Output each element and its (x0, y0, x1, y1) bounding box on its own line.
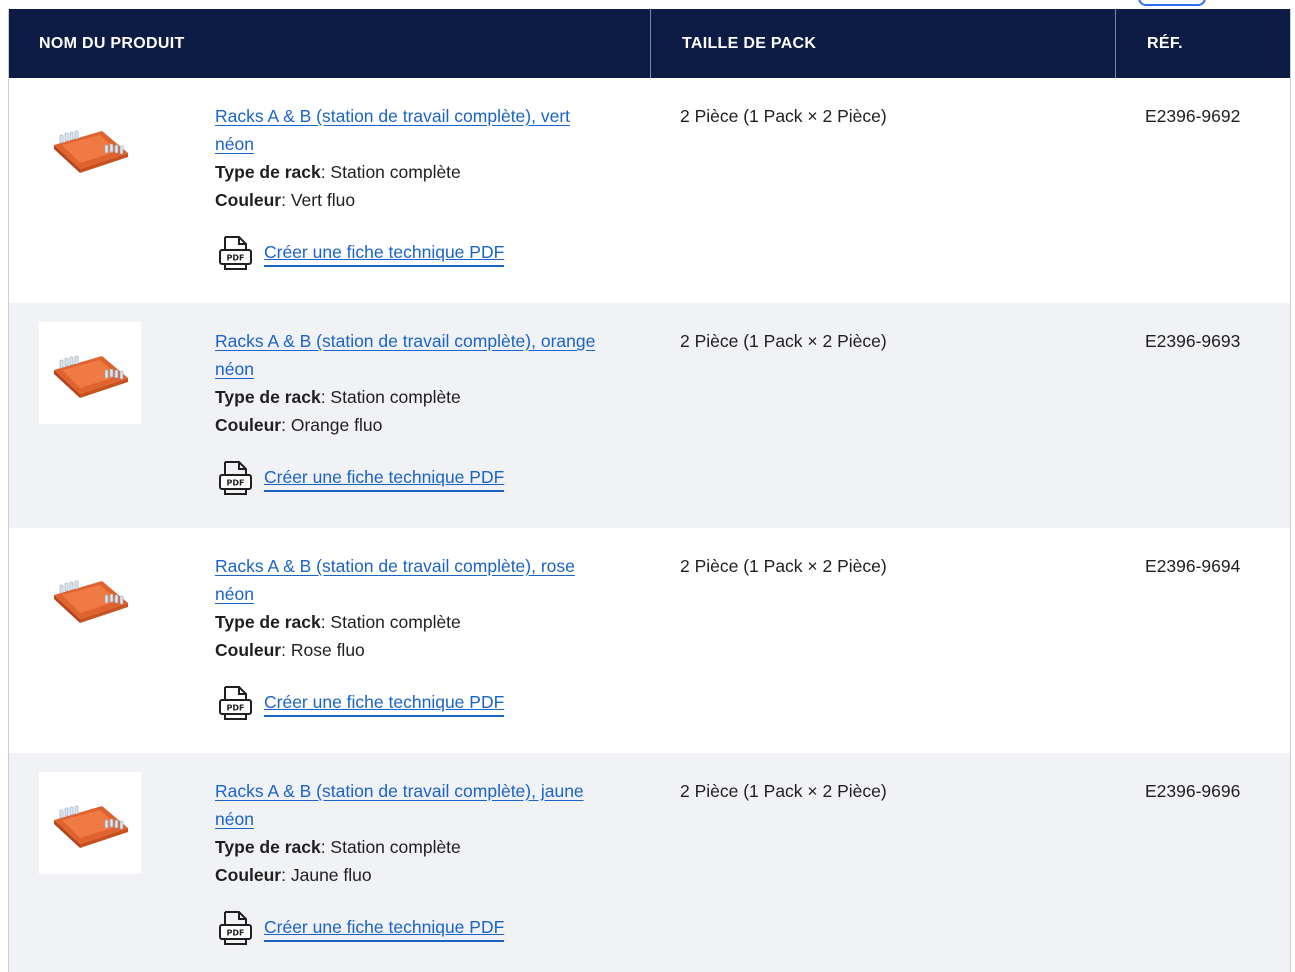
color-attribute: Couleur: Jaune fluo (215, 861, 635, 889)
product-rack-image[interactable] (39, 772, 141, 874)
column-header-ref: RÉF. (1147, 34, 1183, 52)
create-pdf-link[interactable]: Créer une fiche technique PDF (264, 465, 505, 492)
rack-type-attribute: Type de rack: Station complète (215, 608, 635, 636)
pdf-icon[interactable]: PDF (215, 458, 255, 498)
pack-size-cell: 2 Pièce (1 Pack × 2 Pièce) (680, 331, 887, 351)
column-header-name: NOM DU PRODUIT (9, 9, 651, 78)
pdf-datasheet: PDF Créer une fiche technique PDF (215, 458, 635, 498)
rack-type-label: Type de rack (215, 612, 321, 632)
product-rack-image-graphic (54, 355, 128, 398)
create-pdf-link[interactable]: Créer une fiche technique PDF (264, 240, 505, 267)
ref-cell: E2396-9696 (1145, 781, 1241, 801)
pdf-icon[interactable]: PDF (215, 233, 255, 273)
column-header-pack-size: TAILLE DE PACK (651, 9, 1116, 78)
rack-type-attribute: Type de rack: Station complète (215, 158, 635, 186)
color-value: : Jaune fluo (281, 865, 372, 885)
pdf-datasheet: PDF Créer une fiche technique PDF (215, 683, 635, 723)
rack-type-value: : Station complète (320, 387, 461, 407)
pdf-datasheet: PDF Créer une fiche technique PDF (215, 233, 635, 273)
create-pdf-link[interactable]: Créer une fiche technique PDF (264, 915, 505, 942)
product-info: Racks A & B (station de travail complète… (215, 777, 635, 948)
product-rack-image-graphic (54, 580, 128, 623)
pdf-icon[interactable]: PDF (215, 908, 255, 948)
rack-type-attribute: Type de rack: Station complète (215, 833, 635, 861)
table-row: Racks A & B (station de travail complète… (9, 753, 1290, 972)
pack-size-cell: 2 Pièce (1 Pack × 2 Pièce) (680, 556, 887, 576)
table-row: Racks A & B (station de travail complète… (9, 528, 1290, 753)
product-name-link[interactable]: Racks A & B (station de travail complète… (215, 327, 605, 383)
product-table: NOM DU PRODUIT TAILLE DE PACK RÉF. Racks… (8, 9, 1291, 972)
product-info: Racks A & B (station de travail complète… (215, 327, 635, 498)
product-name-link[interactable]: Racks A & B (station de travail complète… (215, 777, 605, 833)
svg-text:PDF: PDF (227, 704, 245, 713)
table-row: Racks A & B (station de travail complète… (9, 78, 1290, 303)
pack-size-cell: 2 Pièce (1 Pack × 2 Pièce) (680, 781, 887, 801)
color-label: Couleur (215, 865, 282, 885)
rack-type-value: : Station complète (320, 162, 461, 182)
product-info: Racks A & B (station de travail complète… (215, 102, 635, 273)
ref-cell: E2396-9693 (1145, 331, 1241, 351)
rack-type-value: : Station complète (320, 837, 461, 857)
color-attribute: Couleur: Orange fluo (215, 411, 635, 439)
ref-cell: E2396-9694 (1145, 556, 1241, 576)
rack-type-value: : Station complète (320, 612, 461, 632)
color-label: Couleur (215, 190, 282, 210)
pdf-datasheet: PDF Créer une fiche technique PDF (215, 908, 635, 948)
color-attribute: Couleur: Vert fluo (215, 186, 635, 214)
table-header: NOM DU PRODUIT TAILLE DE PACK RÉF. (9, 9, 1290, 78)
color-label: Couleur (215, 415, 282, 435)
product-rack-image[interactable] (39, 547, 141, 649)
color-attribute: Couleur: Rose fluo (215, 636, 635, 664)
rack-type-label: Type de rack (215, 837, 321, 857)
product-name-link[interactable]: Racks A & B (station de travail complète… (215, 552, 605, 608)
create-pdf-link[interactable]: Créer une fiche technique PDF (264, 690, 505, 717)
ref-cell: E2396-9692 (1145, 106, 1241, 126)
product-name-link[interactable]: Racks A & B (station de travail complète… (215, 102, 605, 158)
color-value: : Vert fluo (281, 190, 356, 210)
rack-type-attribute: Type de rack: Station complète (215, 383, 635, 411)
product-rack-image-graphic (54, 805, 128, 848)
svg-text:PDF: PDF (227, 929, 245, 938)
color-label: Couleur (215, 640, 282, 660)
pack-size-cell: 2 Pièce (1 Pack × 2 Pièce) (680, 106, 887, 126)
pdf-icon[interactable]: PDF (215, 683, 255, 723)
color-value: : Rose fluo (281, 640, 365, 660)
svg-text:PDF: PDF (227, 254, 245, 263)
product-rack-image-graphic (54, 130, 128, 173)
rack-type-label: Type de rack (215, 387, 321, 407)
product-rack-image[interactable] (39, 322, 141, 424)
rack-type-label: Type de rack (215, 162, 321, 182)
product-info: Racks A & B (station de travail complète… (215, 552, 635, 723)
table-row: Racks A & B (station de travail complète… (9, 303, 1290, 528)
top-corner-tab[interactable] (1138, 0, 1206, 6)
svg-text:PDF: PDF (227, 479, 245, 488)
product-rack-image[interactable] (39, 97, 141, 199)
color-value: : Orange fluo (281, 415, 383, 435)
